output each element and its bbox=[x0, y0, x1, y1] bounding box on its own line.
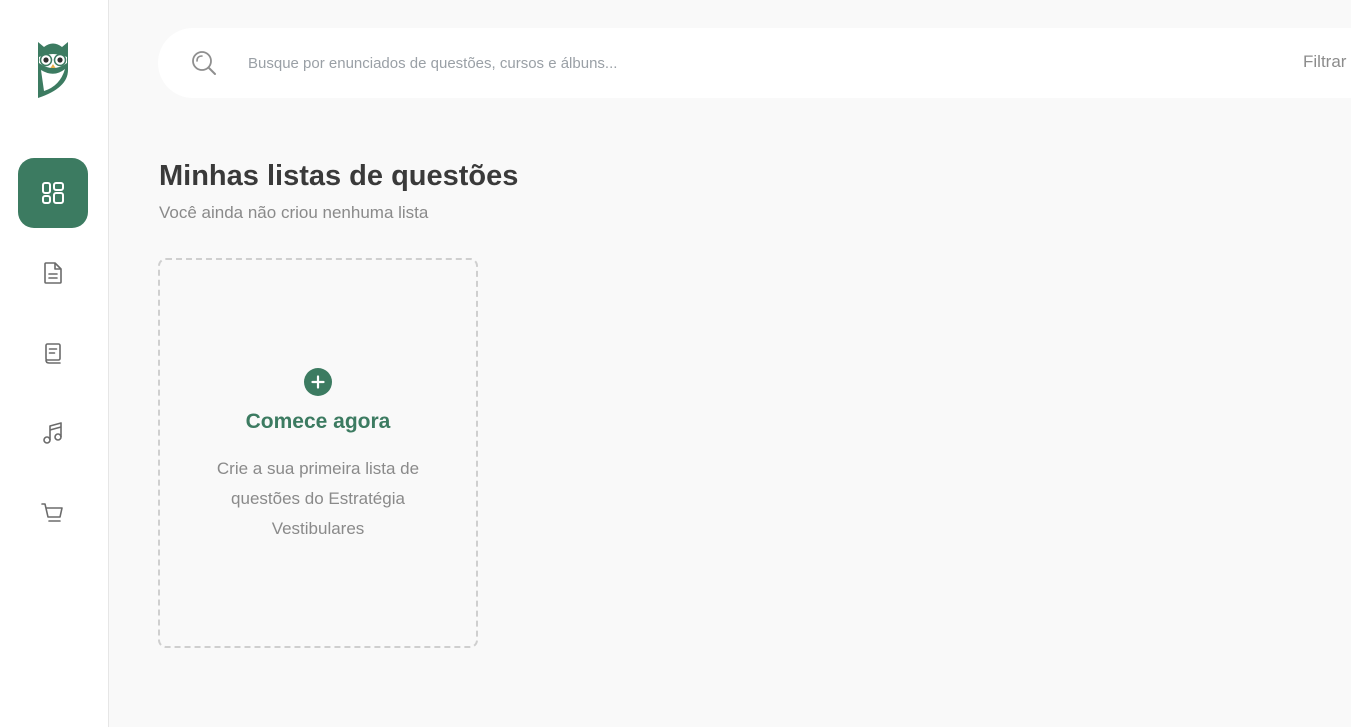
main-content: Filtrar por: Minhas listas de questões V… bbox=[109, 0, 1351, 727]
grid-icon bbox=[42, 182, 64, 204]
sidebar-item-shop[interactable] bbox=[18, 478, 88, 548]
sidebar-item-courses[interactable] bbox=[18, 318, 88, 388]
music-note-icon bbox=[43, 422, 62, 444]
cart-icon bbox=[41, 503, 63, 522]
search-bar: Filtrar por: bbox=[158, 28, 1351, 98]
page-title: Minhas listas de questões bbox=[159, 160, 519, 192]
sidebar-item-albums[interactable] bbox=[18, 398, 88, 468]
document-icon bbox=[44, 262, 62, 284]
create-card-title[interactable]: Comece agora bbox=[160, 410, 476, 434]
search-icon[interactable] bbox=[190, 49, 218, 77]
filter-label[interactable]: Filtrar por: bbox=[1303, 52, 1351, 72]
create-card-description: Crie a sua primeira lista de questões do… bbox=[216, 459, 420, 538]
sidebar bbox=[0, 0, 109, 727]
sidebar-item-questions[interactable] bbox=[18, 238, 88, 308]
plus-circle-icon[interactable] bbox=[304, 368, 332, 396]
create-list-card[interactable]: Comece agora Crie a sua primeira lista d… bbox=[158, 258, 478, 648]
sidebar-item-dashboard[interactable] bbox=[18, 158, 88, 228]
search-input[interactable] bbox=[246, 48, 1146, 78]
book-icon bbox=[45, 343, 61, 364]
page-subtitle: Você ainda não criou nenhuma lista bbox=[159, 203, 429, 222]
owl-logo-icon[interactable] bbox=[34, 36, 72, 100]
